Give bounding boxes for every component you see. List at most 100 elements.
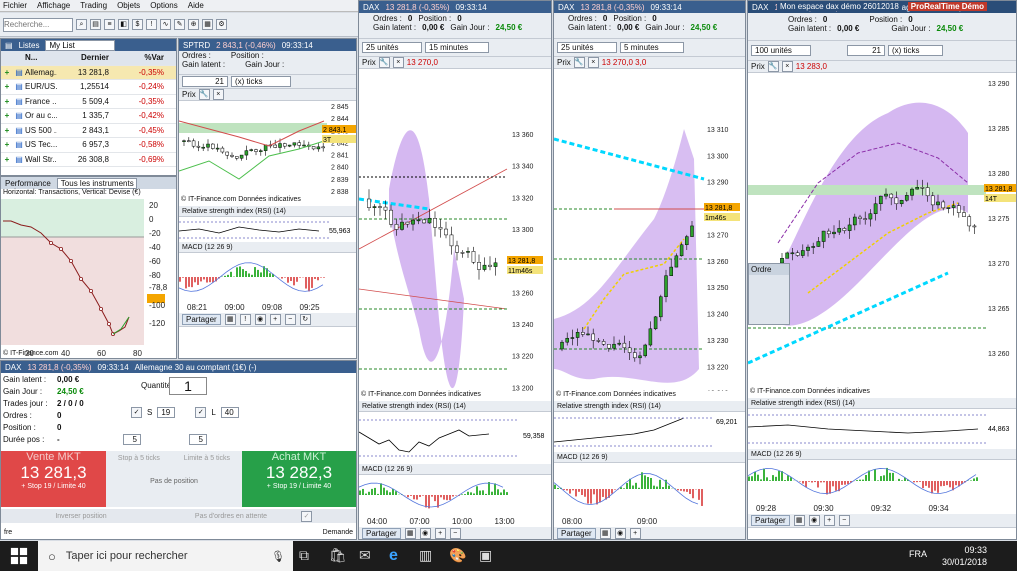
zoom-in-icon[interactable]: +	[434, 528, 446, 539]
watchlist-row[interactable]: + ▤ US Tec... 6 957,3 -0,58%	[1, 138, 176, 153]
dax3-units-select[interactable]: 100 unités	[751, 45, 811, 56]
chart-icon[interactable]: ▤	[13, 126, 25, 135]
close-icon[interactable]: ×	[392, 57, 404, 68]
alert-icon[interactable]: !	[146, 19, 157, 30]
list-icon[interactable]: ≡	[104, 19, 115, 30]
camera-icon[interactable]: ◉	[614, 528, 626, 539]
wrench-icon[interactable]: 🔧	[767, 61, 779, 72]
draw-icon[interactable]: ✎	[174, 19, 185, 30]
demande-label[interactable]: Demande	[323, 529, 353, 536]
spx-ticks-input[interactable]: 21	[182, 76, 228, 87]
watchlist-tab[interactable]: Listes	[19, 41, 40, 50]
menu-fichier[interactable]: Fichier	[3, 1, 27, 10]
watchlist-row[interactable]: +▤Allemag... 13 281,8 -0,35%	[1, 65, 176, 80]
ordre-popup[interactable]: Ordre	[748, 263, 790, 325]
share-button[interactable]: Partager	[362, 528, 401, 539]
chart-icon[interactable]: ▤	[13, 140, 25, 149]
camera-icon[interactable]: ◉	[419, 528, 431, 539]
mic-icon[interactable]: 🎙	[271, 550, 285, 563]
perf-instr-select[interactable]: Tous les instruments	[56, 177, 137, 189]
chart-icon[interactable]: ▤	[13, 155, 25, 164]
wrench-icon[interactable]: 🔧	[378, 57, 390, 68]
add-icon[interactable]: +	[1, 155, 13, 164]
edge-icon[interactable]: e	[389, 547, 407, 565]
add-icon[interactable]: +	[1, 111, 13, 120]
list-select[interactable]: My List	[45, 39, 116, 51]
share-button[interactable]: Partager	[557, 528, 596, 539]
inverse-button[interactable]: Inverser position	[1, 513, 161, 520]
add-icon[interactable]: +	[1, 68, 13, 77]
chart-icon[interactable]: ▤	[13, 97, 25, 106]
chart-icon[interactable]: ▤	[13, 82, 25, 91]
watchlist-row[interactable]: + ▤ Or au c... 1 335,7 -0,42%	[1, 109, 176, 124]
notes-icon[interactable]: ▣	[479, 547, 497, 565]
col-var[interactable]: %Var	[113, 53, 168, 62]
store-icon[interactable]: 🛍	[329, 547, 347, 565]
check-icon[interactable]: ✓	[301, 510, 312, 522]
settings-icon[interactable]: ⚙	[216, 19, 227, 30]
clock-time[interactable]: 09:33	[942, 544, 987, 556]
grid-icon[interactable]: ▦	[404, 528, 416, 539]
close-icon[interactable]: ×	[781, 61, 793, 72]
watchlist-row[interactable]: + ▤ Wall Str... 26 308,8 -0,69%	[1, 153, 176, 167]
wrench-icon[interactable]: 🔧	[198, 89, 210, 100]
menu-options[interactable]: Options	[150, 1, 178, 10]
s-input[interactable]: 19	[157, 407, 176, 418]
zoom-icon[interactable]: ⊕	[188, 19, 199, 30]
order-icon[interactable]: $	[132, 19, 143, 30]
dax2-units-select[interactable]: 25 unités	[557, 42, 617, 53]
grid-icon[interactable]: ▦	[793, 515, 805, 526]
search-icon[interactable]: ⌕	[76, 19, 87, 30]
windows-start-icon[interactable]	[10, 547, 28, 565]
close-icon[interactable]: ×	[587, 57, 599, 68]
mail-icon[interactable]: ✉	[359, 547, 377, 565]
spx-ticks-mode[interactable]: (x) ticks	[231, 76, 291, 87]
zoom-out-icon[interactable]: −	[449, 528, 461, 539]
stop-5-button[interactable]: Stop à 5 ticks	[118, 455, 160, 462]
alert-icon[interactable]: !	[239, 314, 251, 325]
grid-icon[interactable]: ▦	[599, 528, 611, 539]
chart-icon[interactable]: ▤	[13, 111, 25, 120]
menu-affichage[interactable]: Affichage	[37, 1, 70, 10]
indicator-icon[interactable]: ∿	[160, 19, 171, 30]
zoom-in-icon[interactable]: +	[269, 314, 281, 325]
col-name[interactable]: N...	[25, 53, 57, 62]
close-icon[interactable]: ×	[212, 89, 224, 100]
add-icon[interactable]: +	[1, 126, 13, 135]
dax2-tf-select[interactable]: 5 minutes	[620, 42, 684, 53]
watchlist-row[interactable]: + ▤ France ... 5 509,4 -0,35%	[1, 95, 176, 109]
screener-icon[interactable]: ◧	[118, 19, 129, 30]
qty-input[interactable]: 1	[169, 377, 207, 395]
menu-aide[interactable]: Aide	[188, 1, 204, 10]
app-icon[interactable]: ▥	[419, 547, 437, 565]
zoom-out-icon[interactable]: −	[838, 515, 850, 526]
col-last[interactable]: Dernier	[57, 53, 113, 62]
lang-indicator[interactable]: FRA	[909, 548, 927, 560]
zoom-out-icon[interactable]: −	[284, 314, 296, 325]
menu-objets[interactable]: Objets	[117, 1, 140, 10]
l-checkbox[interactable]: ✓	[195, 407, 207, 418]
step-input-2[interactable]: 5	[189, 434, 207, 445]
chart-icon[interactable]: ▤	[13, 68, 25, 77]
s-checkbox[interactable]: ✓	[131, 407, 142, 418]
camera-icon[interactable]: ◉	[254, 314, 266, 325]
task-view-icon[interactable]: ⧉	[299, 547, 317, 565]
step-input-1[interactable]: 5	[123, 434, 141, 445]
layout-icon[interactable]: ▦	[202, 19, 213, 30]
sell-button[interactable]: Vente MKT 13 281,3 + Stop 19 / Limite 40	[1, 451, 106, 507]
l-input[interactable]: 40	[220, 407, 239, 418]
paint-icon[interactable]: 🎨	[449, 547, 467, 565]
dax3-ticks-mode[interactable]: (x) ticks	[888, 45, 943, 56]
limit-5-button[interactable]: Limite à 5 ticks	[184, 455, 230, 462]
camera-icon[interactable]: ◉	[808, 515, 820, 526]
add-icon[interactable]: +	[1, 140, 13, 149]
clock-date[interactable]: 30/01/2018	[942, 556, 987, 568]
zoom-in-icon[interactable]: +	[629, 528, 641, 539]
dax3-ticks-input[interactable]: 21	[847, 45, 885, 56]
dax1-units-select[interactable]: 25 unités	[362, 42, 422, 53]
new-chart-icon[interactable]: ▤	[90, 19, 101, 30]
add-icon[interactable]: +	[1, 82, 13, 91]
share-button[interactable]: Partager	[751, 515, 790, 526]
dax1-tf-select[interactable]: 15 minutes	[425, 42, 489, 53]
grid-icon[interactable]: ▦	[224, 314, 236, 325]
